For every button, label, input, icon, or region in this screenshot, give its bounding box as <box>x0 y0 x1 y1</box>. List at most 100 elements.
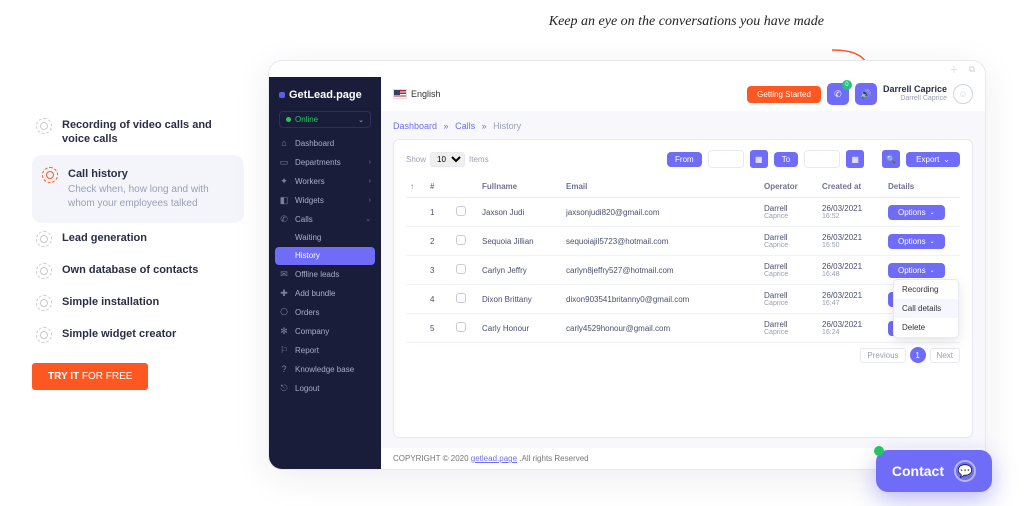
options-button[interactable]: Options ⌄ <box>888 205 945 220</box>
row-checkbox[interactable] <box>456 206 466 216</box>
feature-desc: Check when, how long and with whom your … <box>68 183 234 211</box>
nav-icon: ⚐ <box>279 346 289 355</box>
table-row: 5Carly Honourcarly4529honour@gmail.comDa… <box>406 314 960 343</box>
phone-icon: ✆ <box>834 89 842 100</box>
try-it-button[interactable]: TRY IT FOR FREE <box>32 363 148 390</box>
row-checkbox[interactable] <box>456 293 466 303</box>
page-size-select[interactable]: 10 <box>430 152 465 167</box>
feature-recording[interactable]: Recording of video calls and voice calls <box>32 110 244 155</box>
language-selector[interactable]: English <box>393 89 441 99</box>
sidebar-item-dashboard[interactable]: ⌂Dashboard <box>269 134 381 153</box>
sidebar-item-label: Workers <box>295 178 325 186</box>
call-button[interactable]: ✆ 0 <box>827 83 849 105</box>
dropdown-call-details[interactable]: Call details <box>894 299 958 318</box>
history-table: ↑ # Fullname Email Operator Created at D… <box>406 176 960 343</box>
sidebar-item-label: Add bundle <box>295 290 335 298</box>
cell-email: dixon903541britanny0@gmail.com <box>562 285 760 314</box>
dropdown-delete[interactable]: Delete <box>894 318 958 337</box>
calendar-icon[interactable]: ▦ <box>846 150 864 168</box>
cell-email: carly4529honour@gmail.com <box>562 314 760 343</box>
sidebar-item-offline-leads[interactable]: ✉Offline leads <box>269 265 381 284</box>
crumb-calls[interactable]: Calls <box>455 121 475 131</box>
row-checkbox[interactable] <box>456 322 466 332</box>
feature-contacts-db[interactable]: Own database of contacts <box>32 255 244 287</box>
callout-text: Keep an eye on the conversations you hav… <box>549 14 824 30</box>
feature-icon <box>36 263 52 279</box>
cell-operator: DarrellCaprice <box>760 227 818 256</box>
sidebar-item-orders[interactable]: ⎔Orders <box>269 303 381 322</box>
cell-name: Dixon Brittany <box>478 285 562 314</box>
cell-name: Sequoia Jillian <box>478 227 562 256</box>
feature-label: Recording of video calls and voice calls <box>62 118 240 147</box>
app-window: ＋ ⧉ GetLead.page Online⌄ ⌂Dashboard▭Depa… <box>268 60 986 470</box>
crumb-dashboard[interactable]: Dashboard <box>393 121 437 131</box>
th-operator[interactable]: Operator <box>760 176 818 198</box>
row-checkbox[interactable] <box>456 235 466 245</box>
row-checkbox[interactable] <box>456 264 466 274</box>
sidebar: GetLead.page Online⌄ ⌂Dashboard▭Departme… <box>269 77 381 469</box>
contact-widget[interactable]: Contact 💬 <box>876 450 992 492</box>
th-created[interactable]: Created at <box>818 176 884 198</box>
feature-widget-creator[interactable]: Simple widget creator <box>32 319 244 351</box>
feature-lead-generation[interactable]: Lead generation <box>32 223 244 255</box>
th-num[interactable]: # <box>426 176 452 198</box>
feature-installation[interactable]: Simple installation <box>32 287 244 319</box>
export-button[interactable]: Export⌄ <box>906 152 960 167</box>
status-selector[interactable]: Online⌄ <box>279 111 371 128</box>
th-fullname[interactable]: Fullname <box>478 176 562 198</box>
pager-next[interactable]: Next <box>930 348 960 363</box>
nav-icon: ▭ <box>279 158 289 167</box>
cell-name: Carlyn Jeffry <box>478 256 562 285</box>
sidebar-item-label: Knowledge base <box>295 366 354 374</box>
calendar-icon[interactable]: ▦ <box>750 150 768 168</box>
chevron-icon: › <box>369 159 371 166</box>
th-email[interactable]: Email <box>562 176 760 198</box>
to-date-input[interactable] <box>804 150 840 168</box>
from-label: From <box>667 152 702 167</box>
pager-prev[interactable]: Previous <box>860 348 905 363</box>
feature-call-history[interactable]: Call history Check when, how long and wi… <box>32 155 244 223</box>
nav-icon: ✆ <box>279 215 289 224</box>
cell-email: jaxsonjudi820@gmail.com <box>562 198 760 227</box>
th-details[interactable]: Details <box>884 176 960 198</box>
sidebar-item-company[interactable]: ✻Company <box>269 322 381 341</box>
sidebar-item-workers[interactable]: ✦Workers› <box>269 172 381 191</box>
sidebar-item-knowledge-base[interactable]: ? Knowledge base <box>269 360 381 379</box>
cell-num: 4 <box>426 285 452 314</box>
sidebar-subitem-history[interactable]: History <box>275 247 375 265</box>
search-button[interactable]: 🔍 <box>882 150 900 168</box>
copy-icon[interactable]: ⧉ <box>969 64 975 75</box>
plus-icon[interactable]: ＋ <box>950 63 959 76</box>
chevron-down-icon: ⌄ <box>930 238 935 245</box>
to-label: To <box>774 152 798 167</box>
sidebar-item-logout[interactable]: ⎋Logout <box>269 379 381 398</box>
cell-operator: DarrellCaprice <box>760 314 818 343</box>
nav-icon: ⎔ <box>279 308 289 317</box>
feature-label: Own database of contacts <box>62 263 198 279</box>
getting-started-button[interactable]: Getting Started <box>747 86 821 103</box>
user-profile[interactable]: Darrell Caprice Darrell Caprice ☺ <box>883 84 973 104</box>
options-button[interactable]: Options ⌄ <box>888 263 945 278</box>
options-button[interactable]: Options ⌄ <box>888 234 945 249</box>
sidebar-item-label: Calls <box>295 216 313 224</box>
nav-icon: ? <box>279 365 289 374</box>
sound-button[interactable]: 🔊 <box>855 83 877 105</box>
nav-icon: ✻ <box>279 327 289 336</box>
cell-email: sequoiajil5723@hotmail.com <box>562 227 760 256</box>
sidebar-item-calls[interactable]: ✆ Calls ⌄ <box>269 210 381 229</box>
sidebar-item-report[interactable]: ⚐Report <box>269 341 381 360</box>
table-row: 3Carlyn Jeffrycarlyn8jeffry527@hotmail.c… <box>406 256 960 285</box>
nav-icon: ✉ <box>279 270 289 279</box>
feature-label: Lead generation <box>62 231 147 247</box>
sidebar-item-label: Departments <box>295 159 341 167</box>
sidebar-item-departments[interactable]: ▭ Departments › <box>269 153 381 172</box>
chat-icon: 💬 <box>954 460 976 482</box>
footer-link[interactable]: getlead.page <box>471 454 517 463</box>
chevron-icon: ⌄ <box>365 216 371 223</box>
dropdown-recording[interactable]: Recording <box>894 280 958 299</box>
sidebar-item-add-bundle[interactable]: ✚Add bundle <box>269 284 381 303</box>
cell-name: Carly Honour <box>478 314 562 343</box>
from-date-input[interactable] <box>708 150 744 168</box>
sidebar-item-widgets[interactable]: ◧Widgets› <box>269 191 381 210</box>
sidebar-subitem-waiting[interactable]: Waiting <box>269 229 381 247</box>
